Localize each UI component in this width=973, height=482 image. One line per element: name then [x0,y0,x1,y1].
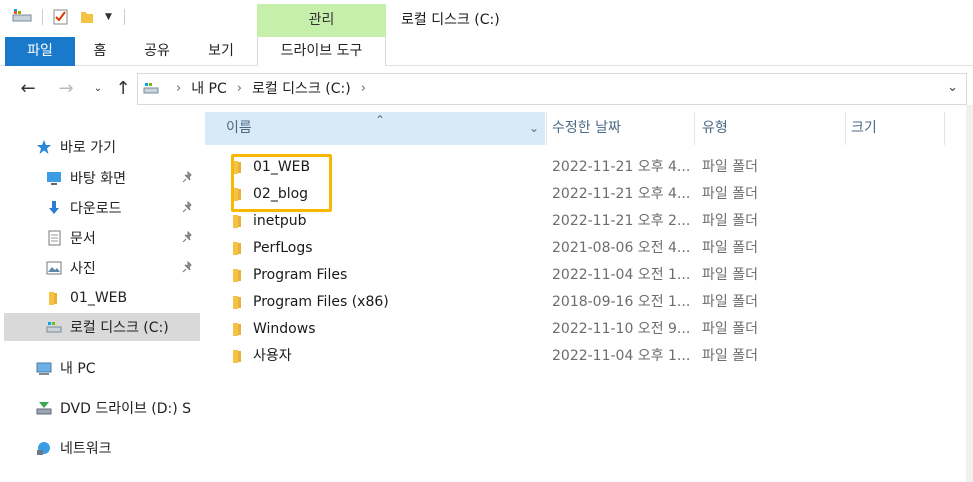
nav-item-downloads[interactable]: 다운로드 [46,194,200,222]
chevron-right-icon[interactable]: › [176,74,181,104]
pin-icon[interactable] [182,231,194,243]
nav-this-pc[interactable]: 내 PC [36,354,232,382]
dvd-drive-icon [36,402,52,415]
nav-item-documents[interactable]: 문서 [46,224,200,252]
vertical-scrollbar[interactable] [966,105,973,482]
address-dropdown-icon[interactable]: ⌄ [947,80,958,95]
breadcrumb-this-pc[interactable]: 내 PC [191,74,227,104]
nav-network[interactable]: 네트워크 [36,434,232,462]
quick-access-toolbar: ▼ [12,9,125,25]
ribbon-tabs: 파일 홈 공유 보기 드라이브 도구 [0,37,973,66]
address-bar[interactable]: › 내 PC › 로컬 디스크 (C:) › ⌄ [137,73,967,105]
recent-locations-chevron-icon[interactable]: ⌄ [88,79,108,99]
folder-icon [233,296,241,309]
table-row[interactable]: inetpub 2022-11-21 오후 2... 파일 폴더 [205,208,965,235]
pin-icon[interactable] [182,171,194,183]
picture-icon [46,261,62,275]
computer-icon [36,362,52,375]
tab-home[interactable]: 홈 [88,37,112,66]
nav-dvd-drive[interactable]: DVD 드라이브 (D:) S [36,394,200,422]
tab-share[interactable]: 공유 [140,37,174,66]
column-header-type[interactable]: 유형 [702,112,846,145]
column-divider[interactable] [546,112,547,145]
column-divider[interactable] [845,112,846,145]
table-row[interactable]: PerfLogs 2021-08-06 오전 4... 파일 폴더 [205,235,965,262]
tab-drive-tools[interactable]: 드라이브 도구 [257,37,386,66]
chevron-right-icon[interactable]: › [361,74,366,104]
table-row[interactable]: Program Files 2022-11-04 오전 1... 파일 폴더 [205,262,965,289]
document-icon [48,230,61,246]
breadcrumb: › 내 PC › 로컬 디스크 (C:) › [166,74,376,104]
drive-icon[interactable] [12,9,32,25]
network-icon [37,442,50,455]
forward-arrow-icon[interactable]: → [56,79,76,99]
table-row[interactable]: 사용자 2022-11-04 오후 1... 파일 폴더 [205,343,965,370]
folder-icon [233,215,241,228]
navigation-pane: 바로 가기 바탕 화면 다운로드 문서 사진 01_WEB 로컬 디스크 (C:… [0,105,200,482]
column-divider[interactable] [694,112,695,145]
column-header-name[interactable]: 이름 ⌃ ⌄ [205,112,545,145]
breadcrumb-local-disk[interactable]: 로컬 디스크 (C:) [252,74,351,104]
context-tab-manage[interactable]: 관리 [257,4,386,37]
back-arrow-icon[interactable]: ← [18,79,38,99]
nav-item-local-disk[interactable]: 로컬 디스크 (C:) [4,313,200,341]
pin-icon[interactable] [182,261,194,273]
folder-icon [233,269,241,282]
column-divider[interactable] [944,112,945,145]
table-row[interactable]: Windows 2022-11-10 오전 9... 파일 폴더 [205,316,965,343]
table-row[interactable]: Program Files (x86) 2018-09-16 오전 1... 파… [205,289,965,316]
chevron-right-icon[interactable]: › [237,74,242,104]
chevron-down-icon[interactable]: ▼ [105,12,112,22]
nav-quick-access[interactable]: 바로 가기 [36,133,232,161]
drive-icon [46,322,62,333]
nav-item-pictures[interactable]: 사진 [46,254,200,282]
sort-up-chevron-icon: ⌃ [375,113,386,127]
folder-icon [233,242,241,255]
star-icon [37,140,51,154]
new-folder-icon[interactable] [79,9,95,25]
download-icon [49,201,59,214]
column-dropdown-chevron-icon[interactable]: ⌄ [529,112,539,145]
desktop-icon [47,172,61,185]
folder-icon [49,292,57,305]
folder-icon [233,323,241,336]
address-row: ← → ⌄ ↑ › 내 PC › 로컬 디스크 (C:) › ⌄ [0,73,973,105]
nav-item-desktop[interactable]: 바탕 화면 [46,164,200,192]
title-bar: ▼ 관리 로컬 디스크 (C:) [0,0,973,37]
window-title: 로컬 디스크 (C:) [401,12,500,28]
highlight-box [231,154,332,212]
folder-icon [233,350,241,363]
properties-check-icon[interactable] [53,9,69,25]
tab-view[interactable]: 보기 [204,37,238,66]
pin-icon[interactable] [182,201,194,213]
tab-file[interactable]: 파일 [5,37,75,66]
nav-item-01-web[interactable]: 01_WEB [46,284,200,312]
up-arrow-icon[interactable]: ↑ [113,79,133,99]
column-header-size[interactable]: 크기 [851,112,945,145]
drive-icon [143,83,159,94]
column-header-date[interactable]: 수정한 날짜 [552,112,694,145]
